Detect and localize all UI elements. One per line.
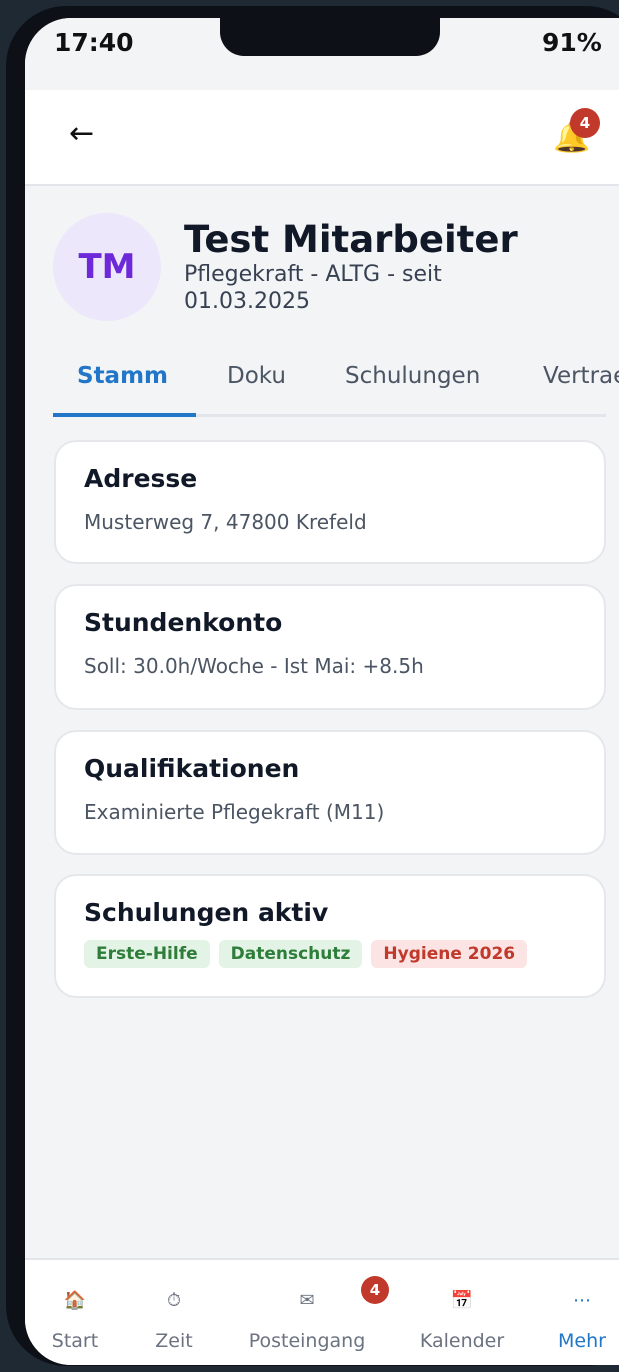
trainings-card: Schulungen aktiv Erste-Hilfe Datenschutz H…	[54, 874, 606, 998]
address-card: Adresse Musterweg 7, 47800 Krefeld	[54, 440, 606, 564]
trainings-title: Schulungen aktiv	[84, 898, 329, 927]
employee-name: Test Mitarbeiter	[184, 218, 518, 261]
qualifications-text: Examinierte Pflegekraft (M11)	[84, 800, 385, 824]
training-chip: Datenschutz	[218, 940, 363, 968]
notch	[220, 18, 440, 56]
hours-card: Stundenkonto Soll: 30.0h/Woche - Ist Mai…	[54, 584, 606, 710]
nav-label: Posteingang	[248, 1330, 366, 1352]
nav-label: Zeit	[155, 1330, 193, 1352]
address-text: Musterweg 7, 47800 Krefeld	[84, 510, 367, 534]
tab-schulungen[interactable]: Schulungen	[345, 363, 480, 389]
status-bar: 17:40 91%	[25, 18, 619, 90]
calendar-icon: 📅	[450, 1290, 474, 1311]
tab-vertraege[interactable]: Vertraege	[543, 363, 619, 389]
training-chip: Hygiene 2026	[371, 940, 528, 968]
tab-doku[interactable]: Doku	[227, 363, 286, 389]
notification-badge: 4	[570, 108, 600, 138]
more-icon: ⋯	[573, 1290, 591, 1311]
active-tab-indicator	[53, 413, 196, 417]
app-header: ← 🔔 4	[25, 90, 619, 186]
status-battery: 91%	[542, 28, 602, 57]
arrow-left-icon[interactable]: ←	[69, 116, 94, 151]
employee-subtitle: Pflegekraft - ALTG - seit 01.03.2025	[184, 262, 442, 314]
inbox-badge: 4	[361, 1276, 389, 1304]
envelope-icon: ✉	[299, 1290, 315, 1311]
status-time: 17:40	[54, 28, 134, 57]
training-chip: Erste-Hilfe	[84, 940, 210, 968]
screen: 17:40 91% ← 🔔 4 TM Test Mitarbeiter Pfle…	[25, 18, 619, 1365]
stopwatch-icon: ⏱	[166, 1290, 182, 1311]
address-title: Adresse	[84, 464, 198, 493]
hours-title: Stundenkonto	[84, 608, 283, 637]
nav-label: Mehr	[558, 1330, 606, 1352]
training-chips: Erste-Hilfe Datenschutz Hygiene 2026	[84, 940, 536, 968]
tab-stamm[interactable]: Stamm	[77, 363, 168, 389]
nav-label: Kalender	[419, 1330, 505, 1352]
bottom-navigation: 🏠 Start ⏱ Zeit ✉ Posteingang 4 📅 Kalende…	[25, 1258, 619, 1365]
phone-frame: 17:40 91% ← 🔔 4 TM Test Mitarbeiter Pfle…	[6, 6, 619, 1366]
avatar: TM	[53, 213, 161, 321]
qualifications-card: Qualifikationen Examinierte Pflegekraft …	[54, 730, 606, 855]
qualifications-title: Qualifikationen	[84, 754, 300, 783]
tab-bar: Stamm Doku Schulungen Vertraege	[53, 358, 619, 417]
hours-text: Soll: 30.0h/Woche - Ist Mai: +8.5h	[84, 654, 424, 678]
